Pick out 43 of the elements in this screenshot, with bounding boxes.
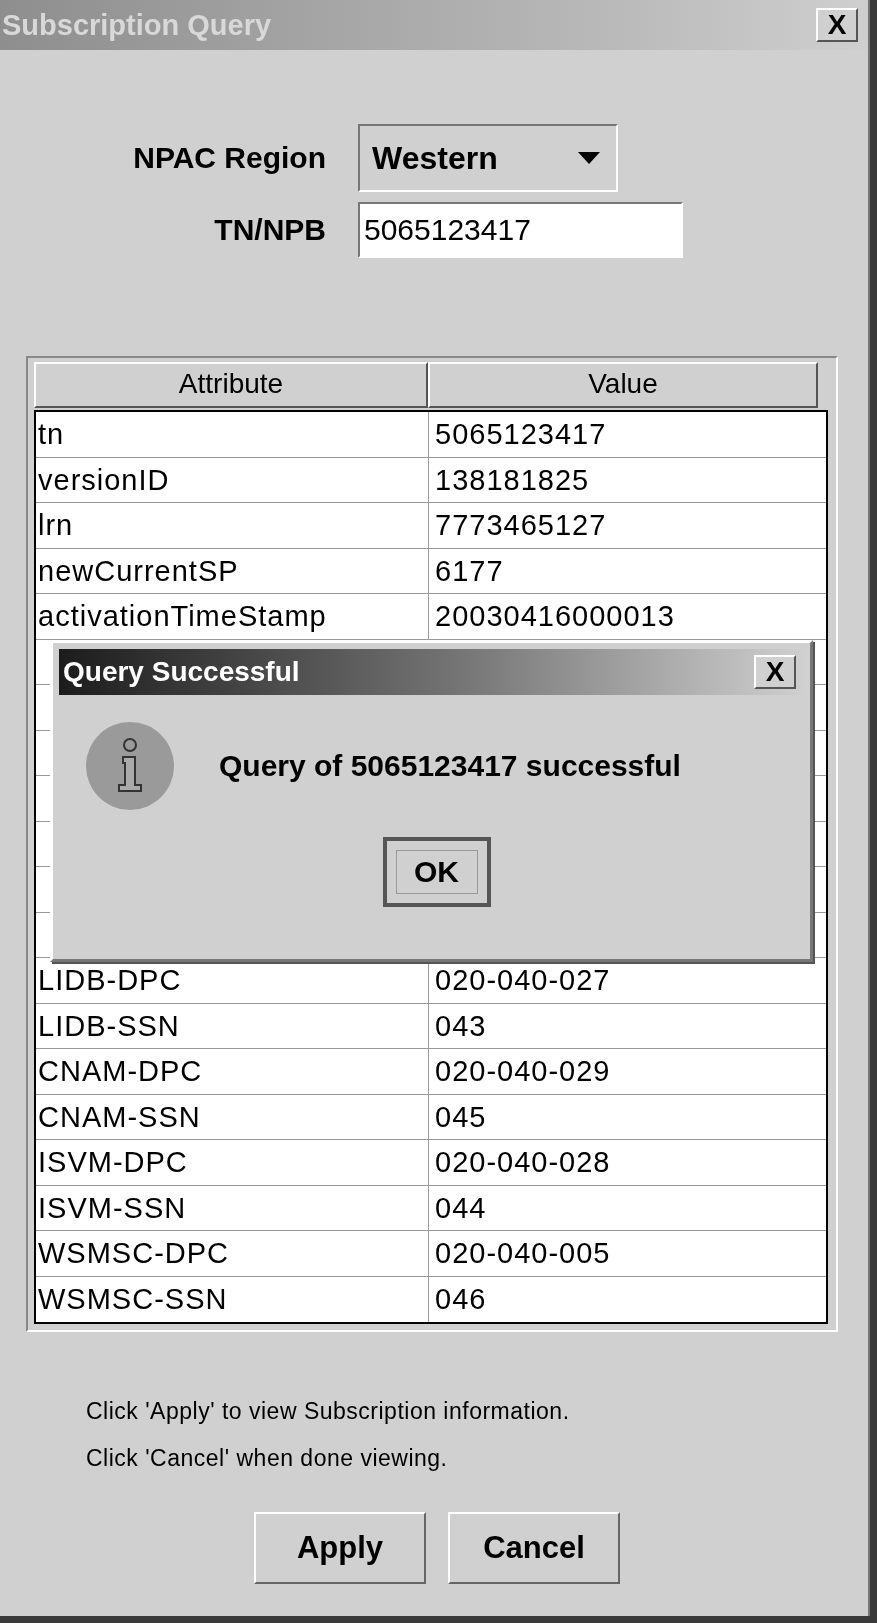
tn-label: TN/NPB [213,213,327,247]
caret-icon [578,152,600,164]
region-dropdown[interactable]: Western [358,124,618,192]
tn-input-field[interactable]: 5065123417 [358,202,683,258]
region-label: NPAC Region [132,141,327,175]
table-cell: WSMSC-SSN [36,1276,429,1322]
table-cell: newCurrentSP [36,548,429,593]
table-cell: CNAM-SSN [36,1094,429,1139]
table-cell: versionID [36,457,429,502]
table-cell-text: 044 [434,1190,488,1226]
column-header[interactable]: Attribute [34,362,428,408]
hint-text: Click 'Cancel' when done viewing. [86,1445,449,1472]
table-cell: CNAM-DPC [36,1049,429,1094]
table-cell-text: 7773465127 [434,508,608,543]
table-cell-text: 6177 [434,553,505,589]
dialog-message: Query of 5065123417 successful [219,749,681,783]
hint-text: Click 'Apply' to view Subscription information. [86,1398,571,1425]
table-cell: WSMSC-DPC [36,1231,429,1276]
table-cell-text: 046 [434,1281,488,1317]
ok-button[interactable]: OK [382,837,491,907]
table-cell: ISVM-DPC [36,1140,429,1185]
dialog-title: Query Successful [63,656,300,688]
table-cell: LIDB-SSN [36,1003,429,1048]
table-cell: activationTimeStamp [36,594,429,639]
table-cell: lrn [36,503,429,548]
table-cell-text: 020-040-029 [434,1054,612,1089]
table-cell-text: 138181825 [434,462,591,498]
table-cell-text: 020-040-028 [434,1145,612,1180]
table-cell: tn [36,412,429,457]
info-icon [85,721,175,811]
close-button[interactable]: X [816,8,858,42]
table-cell-text: 20030416000013 [434,599,676,634]
table-cell: ISVM-SSN [36,1185,429,1230]
dialog-button[interactable]: Apply [254,1512,426,1584]
column-header[interactable]: Value [428,362,818,408]
table-cell-text: 045 [434,1099,488,1135]
table-cell-text: 043 [434,1008,488,1044]
table-cell-text: 020-040-027 [434,963,612,998]
table-cell-text: 020-040-005 [434,1236,612,1271]
table-cell-text: 5065123417 [434,417,608,452]
window-title: Subscription Query [2,8,272,42]
close-button[interactable]: X [754,655,796,689]
dialog-button[interactable]: Cancel [448,1512,620,1584]
